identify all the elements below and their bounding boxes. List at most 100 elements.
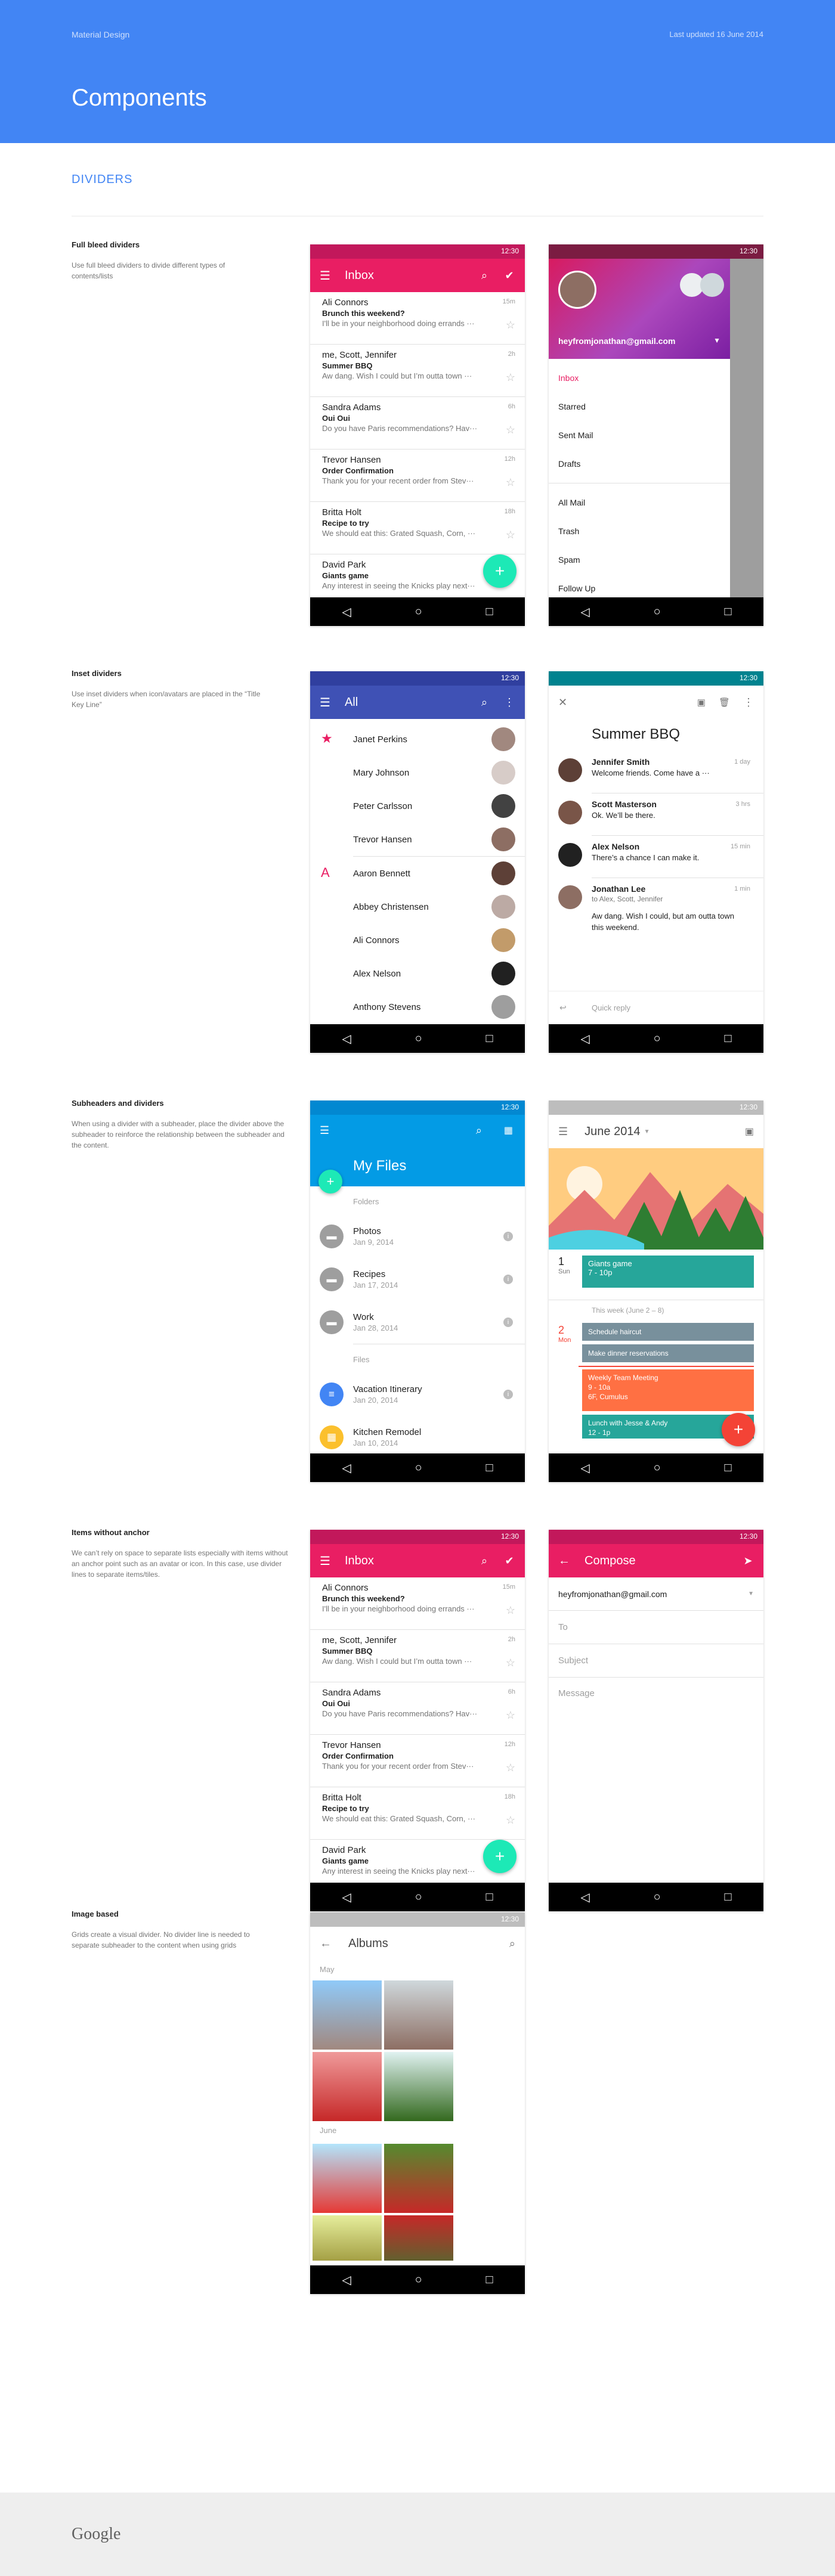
recents-icon[interactable]: □	[485, 1890, 493, 1904]
back-icon[interactable]: ◁	[342, 1031, 351, 1046]
recents-icon[interactable]: □	[485, 605, 493, 619]
back-icon[interactable]: ◁	[342, 2273, 351, 2287]
grid-view-icon[interactable]: ▦	[504, 1124, 513, 1136]
home-icon[interactable]: ○	[654, 605, 661, 619]
home-icon[interactable]: ○	[654, 1890, 661, 1904]
app-bar-title[interactable]: All	[345, 696, 465, 709]
home-icon[interactable]: ○	[415, 1032, 422, 1046]
subject-field[interactable]: Subject	[549, 1644, 763, 1678]
menu-icon[interactable]: ☰	[320, 1554, 330, 1568]
list-item[interactable]: Abbey Christensen	[310, 890, 525, 923]
info-icon[interactable]: i	[503, 1318, 513, 1327]
quick-reply-input[interactable]: ↩ Quick reply	[549, 991, 763, 1024]
home-icon[interactable]: ○	[415, 2273, 422, 2287]
list-item[interactable]: ▦ Kitchen Remodel Jan 10, 2014	[310, 1416, 525, 1459]
chevron-down-icon[interactable]: ▼	[713, 336, 720, 345]
star-icon[interactable]: ☆	[506, 424, 515, 436]
list-item[interactable]: Britta Holt Recipe to try We should eat th…	[310, 502, 525, 554]
recents-icon[interactable]: □	[485, 1461, 493, 1475]
back-icon[interactable]: ◁	[580, 1461, 589, 1475]
menu-icon[interactable]: ☰	[320, 268, 330, 283]
recents-icon[interactable]: □	[724, 1461, 731, 1475]
list-item[interactable]: me, Scott, Jennifer Summer BBQ Aw dang. Wi…	[310, 1630, 525, 1682]
chevron-down-icon[interactable]: ▼	[748, 1591, 754, 1597]
reply-all-icon[interactable]: ↩	[559, 1003, 567, 1013]
home-icon[interactable]: ○	[654, 1461, 661, 1475]
star-icon[interactable]: ☆	[506, 1814, 515, 1827]
more-icon[interactable]: ⋮	[743, 696, 754, 709]
search-icon[interactable]: ⌕	[478, 696, 490, 709]
delete-icon[interactable]: 🗑	[719, 697, 730, 708]
list-item[interactable]: A Aaron Bennett	[310, 857, 525, 890]
avatar[interactable]	[700, 273, 724, 297]
info-icon[interactable]: i	[503, 1232, 513, 1241]
photo-tile[interactable]	[384, 2052, 453, 2121]
event-card[interactable]: Giants game 7 - 10p	[582, 1256, 754, 1288]
list-item[interactable]: Anthony Stevens	[310, 990, 525, 1024]
menu-icon[interactable]: ☰	[320, 695, 330, 710]
star-icon[interactable]: ☆	[506, 1762, 515, 1774]
message-item[interactable]: Jennifer Smith Welcome friends. Come have…	[549, 751, 763, 793]
drawer-item-trash[interactable]: Trash	[549, 517, 730, 545]
photo-tile[interactable]	[313, 2144, 382, 2213]
list-item[interactable]: Ali Connors Brunch this weekend? I'll be i…	[310, 292, 525, 345]
search-icon[interactable]: ⌕	[509, 1938, 515, 1950]
recents-icon[interactable]: □	[724, 1032, 731, 1046]
event-card[interactable]: Schedule haircut	[582, 1323, 754, 1341]
drawer-item-drafts[interactable]: Drafts	[549, 450, 730, 478]
star-icon[interactable]: ☆	[506, 1604, 515, 1617]
message-field[interactable]: Message	[549, 1678, 763, 1709]
list-item[interactable]: Trevor Hansen Order Confirmation Thank you…	[310, 450, 525, 502]
photo-tile[interactable]	[384, 1980, 453, 2050]
event-card[interactable]: Weekly Team Meeting 9 - 10a 6F, Cumulus	[582, 1369, 754, 1411]
list-item[interactable]: Trevor Hansen Order Confirmation Thank you…	[310, 1735, 525, 1787]
avatar[interactable]	[558, 271, 596, 309]
star-icon[interactable]: ☆	[506, 529, 515, 541]
menu-icon[interactable]: ☰	[558, 1126, 568, 1138]
info-icon[interactable]: i	[503, 1275, 513, 1284]
google-logo[interactable]: Google	[72, 2525, 120, 2544]
send-icon[interactable]: ➤	[742, 1555, 754, 1567]
drawer-item-inbox[interactable]: Inbox	[549, 364, 730, 392]
add-event-fab[interactable]: +	[722, 1413, 755, 1446]
recents-icon[interactable]: □	[724, 605, 731, 619]
drawer-item-all-mail[interactable]: All Mail	[549, 488, 730, 517]
photo-tile[interactable]	[313, 1980, 382, 2050]
message-item[interactable]: Scott Masterson Ok. We’ll be there. 3 hrs	[549, 793, 763, 835]
back-icon[interactable]: ◁	[342, 1461, 351, 1475]
list-item[interactable]: ▬ Photos Jan 9, 2014 i	[310, 1215, 525, 1258]
list-item[interactable]: Peter Carlsson	[310, 789, 525, 823]
home-icon[interactable]: ○	[415, 605, 422, 619]
home-icon[interactable]: ○	[415, 1890, 422, 1904]
home-icon[interactable]: ○	[415, 1461, 422, 1475]
more-icon[interactable]: ⋮	[503, 696, 515, 709]
brand-label[interactable]: Material Design	[72, 30, 129, 39]
event-card[interactable]: Make dinner reservations	[582, 1344, 754, 1362]
message-item[interactable]: Jonathan Lee to Alex, Scott, Jennifer Aw d…	[549, 878, 763, 956]
recents-icon[interactable]: □	[724, 1890, 731, 1904]
star-icon[interactable]: ☆	[506, 1657, 515, 1669]
list-item[interactable]: ≡ Vacation Itinerary Jan 20, 2014 i	[310, 1373, 525, 1416]
search-icon[interactable]: ⌕	[476, 1124, 482, 1137]
recents-icon[interactable]: □	[485, 1032, 493, 1046]
list-item[interactable]: Ali Connors Brunch this weekend? I'll be i…	[310, 1577, 525, 1630]
photo-tile[interactable]	[313, 2052, 382, 2121]
arrow-back-icon[interactable]: ←	[558, 1554, 570, 1568]
list-item[interactable]: Britta Holt Recipe to try We should eat th…	[310, 1787, 525, 1840]
star-icon[interactable]: ☆	[506, 319, 515, 331]
back-icon[interactable]: ◁	[580, 1890, 589, 1905]
chevron-down-icon[interactable]: ▼	[644, 1129, 650, 1135]
photo-tile[interactable]	[313, 2215, 382, 2261]
info-icon[interactable]: i	[503, 1390, 513, 1399]
search-icon[interactable]: ⌕	[478, 269, 490, 282]
arrow-back-icon[interactable]: ←	[320, 1937, 332, 1951]
check-icon[interactable]: ✔	[503, 1555, 515, 1567]
home-icon[interactable]: ○	[654, 1032, 661, 1046]
calendar-icon[interactable]: ▣	[745, 1126, 754, 1137]
list-item[interactable]: ★ Janet Perkins	[310, 723, 525, 756]
list-item[interactable]: Mary Johnson	[310, 756, 525, 789]
drawer-item-sent[interactable]: Sent Mail	[549, 421, 730, 450]
photo-tile[interactable]	[384, 2215, 453, 2261]
compose-fab[interactable]: +	[483, 554, 517, 588]
back-icon[interactable]: ◁	[342, 1890, 351, 1905]
